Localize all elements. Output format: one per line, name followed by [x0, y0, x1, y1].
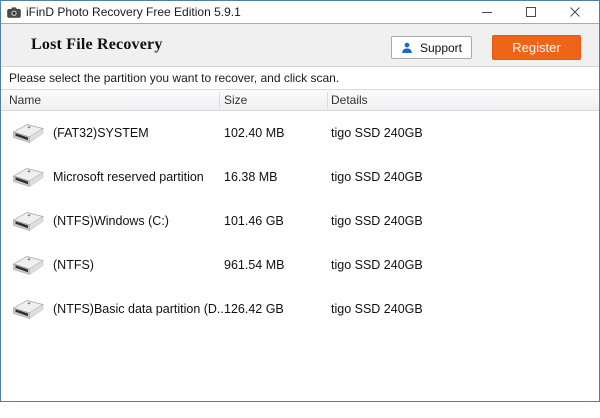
support-button[interactable]: Support: [391, 36, 472, 59]
close-button[interactable]: [553, 1, 597, 23]
support-person-icon: [402, 42, 412, 53]
table-row[interactable]: (FAT32)SYSTEM 102.40 MB tigo SSD 240GB: [1, 111, 599, 155]
page-title: Lost File Recovery: [31, 36, 163, 53]
drive-icon: [10, 207, 46, 240]
app-logo-icon: [7, 6, 21, 18]
partition-details: tigo SSD 240GB: [331, 126, 423, 140]
partition-details: tigo SSD 240GB: [331, 258, 423, 272]
partition-name: (NTFS)Windows (C:): [53, 214, 169, 228]
partition-size: 101.46 GB: [224, 214, 284, 228]
partition-details: tigo SSD 240GB: [331, 170, 423, 184]
partition-size: 16.38 MB: [224, 170, 278, 184]
partition-size: 126.42 GB: [224, 302, 284, 316]
partition-name: (NTFS)Basic data partition (D...: [53, 302, 225, 316]
support-button-label: Support: [419, 40, 463, 55]
column-separator: [219, 92, 220, 108]
table-row[interactable]: (NTFS)Basic data partition (D... 126.42 …: [1, 287, 599, 331]
screen: iFinD Photo Recovery Free Edition 5.9.1 …: [0, 0, 600, 418]
register-button[interactable]: Register: [492, 35, 581, 60]
close-icon: [570, 7, 580, 17]
title-bar[interactable]: iFinD Photo Recovery Free Edition 5.9.1: [1, 1, 599, 23]
minimize-button[interactable]: [465, 1, 509, 23]
partition-details: tigo SSD 240GB: [331, 302, 423, 316]
window-controls: [465, 1, 597, 23]
maximize-button[interactable]: [509, 1, 553, 23]
table-row[interactable]: (NTFS)Windows (C:) 101.46 GB tigo SSD 24…: [1, 199, 599, 243]
partition-size: 961.54 MB: [224, 258, 285, 272]
table-row[interactable]: Microsoft reserved partition 16.38 MB ti…: [1, 155, 599, 199]
drive-icon: [10, 163, 46, 196]
app-window: iFinD Photo Recovery Free Edition 5.9.1 …: [0, 0, 600, 402]
column-header-details[interactable]: Details: [331, 93, 368, 107]
table-row[interactable]: (NTFS) 961.54 MB tigo SSD 240GB: [1, 243, 599, 287]
table-header: Name Size Details: [1, 89, 599, 111]
drive-icon: [10, 295, 46, 328]
partition-name: (NTFS): [53, 258, 94, 272]
register-button-label: Register: [512, 40, 561, 55]
instruction-text: Please select the partition you want to …: [1, 67, 599, 89]
column-header-name[interactable]: Name: [9, 93, 41, 107]
drive-icon: [10, 119, 46, 152]
drive-icon: [10, 251, 46, 284]
partition-name: (FAT32)SYSTEM: [53, 126, 149, 140]
partition-size: 102.40 MB: [224, 126, 285, 140]
minimize-icon: [482, 12, 492, 13]
partition-name: Microsoft reserved partition: [53, 170, 204, 184]
column-header-size[interactable]: Size: [224, 93, 247, 107]
maximize-icon: [526, 7, 536, 17]
window-title: iFinD Photo Recovery Free Edition 5.9.1: [26, 5, 241, 19]
app-header: Lost File Recovery Support Register: [1, 23, 599, 67]
column-separator: [327, 92, 328, 108]
partition-list: (FAT32)SYSTEM 102.40 MB tigo SSD 240GB M…: [1, 111, 599, 401]
partition-details: tigo SSD 240GB: [331, 214, 423, 228]
